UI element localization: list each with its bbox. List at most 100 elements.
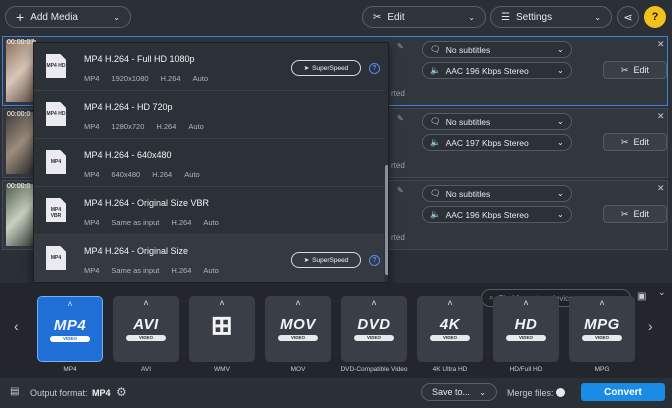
subtitles-select[interactable]: 🗨 No subtitles ⌄ [422,185,572,202]
device-icon[interactable]: ▣ [637,291,646,302]
format-tile-hd[interactable]: ˄ HD VIDEO [493,296,559,362]
speaker-icon: 🔈 [430,137,441,147]
pencil-icon[interactable]: ✎ [397,186,404,195]
subtitles-select[interactable]: 🗨 No subtitles ⌄ [422,41,572,58]
edit-file-button[interactable]: ✂ Edit [603,61,667,79]
output-format-icon: ▤ [10,386,20,397]
close-icon[interactable]: ✕ [657,183,665,194]
tools-icon: ✂ [620,208,629,219]
pencil-icon[interactable]: ✎ [397,114,404,123]
subtitles-select[interactable]: 🗨 No subtitles ⌄ [422,113,572,130]
chevron-left-icon[interactable]: ‹ [14,318,19,334]
plus-icon: + [16,9,25,25]
chevron-up-icon: ˄ [371,298,377,308]
question-icon[interactable]: ? [369,63,380,74]
tools-icon: ✂ [373,11,382,23]
speech-bubble-icon: 🗨 [430,44,441,54]
format-tile-4k[interactable]: ˄ 4K VIDEO [417,296,483,362]
save-to-button[interactable]: Save to... ⌄ [421,383,497,401]
preset-specs: MP4 Same as input H.264 Auto [84,218,219,227]
top-toolbar: + Add Media ⌄ ✂ Edit ⌄ ☰ Settings ⌄ ⋖ ? [0,0,672,34]
rocket-icon: ➤ [303,65,310,72]
audio-select[interactable]: 🔈 AAC 197 Kbps Stereo ⌄ [422,134,572,151]
output-format-value: MP4 [92,388,111,398]
format-tile-dvd[interactable]: ˄ DVD VIDEO [341,296,407,362]
pencil-icon[interactable]: ✎ [397,42,404,51]
edit-file-button[interactable]: ✂ Edit [603,205,667,223]
format-tile-wmv[interactable]: ˄ ⊞ [189,296,255,362]
chevron-up-icon: ˄ [447,298,453,308]
help-button[interactable]: ? [644,6,666,28]
merge-files-toggle[interactable] [556,388,565,397]
preset-item[interactable]: MP4 VBR MP4 H.264 - Original Size VBR MP… [34,187,384,235]
file-icon: MP4 VBR [46,198,66,222]
preset-title: MP4 H.264 - HD 720p [84,102,173,112]
duration: 00:00:0 [7,111,31,118]
share-icon: ⋖ [623,11,633,24]
preset-specs: MP4 1280x720 H.264 Auto [84,122,204,131]
chevron-up-icon: ˄ [599,298,605,308]
output-format-label: Output format: [30,388,88,398]
format-tile-mp4[interactable]: ˄ MP4 VIDEO [37,296,103,362]
superspeed-badge[interactable]: ➤ SuperSpeed [291,252,361,268]
duration: 00:00:0 [7,183,31,190]
preset-item[interactable]: MP4 MP4 H.264 - Original Size MP4 Same as… [34,235,384,282]
preset-item[interactable]: MP4 MP4 H.264 - 640x480 MP4 640x480 H.264 A… [34,139,384,187]
preset-specs: MP4 1920x1080 H.264 Auto [84,74,208,83]
preset-title: MP4 H.264 - Original Size [84,246,189,256]
audio-select[interactable]: 🔈 AAC 196 Kbps Stereo ⌄ [422,206,572,223]
scrollbar-thumb[interactable] [385,165,388,275]
gear-icon[interactable]: ⚙ [116,385,127,399]
tools-icon: ✂ [620,64,629,75]
chevron-up-icon: ˄ [67,299,73,309]
audio-select[interactable]: 🔈 AAC 196 Kbps Stereo ⌄ [422,62,572,79]
edit-file-button[interactable]: ✂ Edit [603,133,667,151]
file-icon: MP4 HD [46,102,66,126]
preset-title: MP4 H.264 - 640x480 [84,150,172,160]
chevron-up-icon: ˄ [523,298,529,308]
rocket-icon: ➤ [303,257,310,264]
convert-button[interactable]: Convert [581,383,665,401]
duration: 00:00:07 [7,39,35,46]
merge-files-label: Merge files: [507,388,554,398]
file-icon: MP4 HD [46,54,66,78]
chevron-down-icon: ⌄ [556,44,564,54]
video-thumbnail [6,184,36,246]
preset-dropdown: MP4 HD MP4 H.264 - Full HD 1080p MP4 1920… [33,42,389,283]
chevron-down-icon: ⌄ [556,209,564,219]
close-icon[interactable]: ✕ [657,111,665,122]
speech-bubble-icon: 🗨 [430,116,441,126]
collapse-chevron-icon[interactable]: ⌄ [658,287,666,298]
chevron-right-icon[interactable]: › [648,318,653,334]
chevron-down-icon: ⌄ [556,65,564,75]
preset-title: MP4 H.264 - Original Size VBR [84,198,210,208]
chevron-down-icon: ⌄ [556,116,564,126]
speaker-icon: 🔈 [430,65,441,75]
add-media-button[interactable]: + Add Media ⌄ [5,6,131,28]
preset-item[interactable]: MP4 HD MP4 H.264 - HD 720p MP4 1280x720 H.… [34,91,384,139]
status-text: rted [391,233,405,242]
video-thumbnail [6,112,36,174]
preset-item[interactable]: MP4 HD MP4 H.264 - Full HD 1080p MP4 1920… [34,43,384,91]
file-icon: MP4 [46,246,66,270]
edit-menu-button[interactable]: ✂ Edit ⌄ [362,6,486,28]
chevron-down-icon: ⌄ [556,188,564,198]
format-tile-mpg[interactable]: ˄ MPG VIDEO [569,296,635,362]
speaker-icon: 🔈 [430,209,441,219]
chevron-down-icon: ⌄ [468,12,475,22]
settings-sliders-icon: ☰ [501,11,510,23]
share-button[interactable]: ⋖ [617,6,639,28]
status-text: rted [391,89,405,98]
format-tile-mov[interactable]: ˄ MOV VIDEO [265,296,331,362]
superspeed-badge[interactable]: ➤ SuperSpeed [291,60,361,76]
preset-title: MP4 H.264 - Full HD 1080p [84,54,195,64]
preset-specs: MP4 640x480 H.264 Auto [84,170,200,179]
settings-menu-button[interactable]: ☰ Settings ⌄ [490,6,612,28]
chevron-down-icon: ⌄ [594,12,601,22]
file-icon: MP4 [46,150,66,174]
chevron-up-icon: ˄ [295,298,301,308]
video-thumbnail [6,40,36,102]
format-tile-avi[interactable]: ˄ AVI VIDEO [113,296,179,362]
close-icon[interactable]: ✕ [657,39,665,50]
question-icon[interactable]: ? [369,255,380,266]
